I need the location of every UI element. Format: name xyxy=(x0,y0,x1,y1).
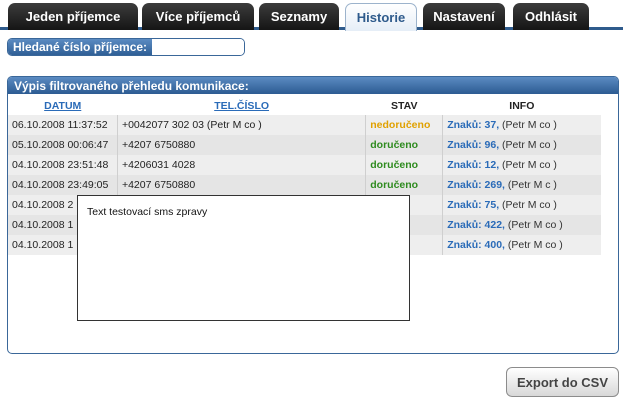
cell-info: Znaků: 75, (Petr M co ) xyxy=(442,195,601,215)
tab-lists[interactable]: Seznamy xyxy=(259,3,339,30)
table-row[interactable]: 05.10.2008 00:06:47 +4207 6750880 doruče… xyxy=(8,135,601,155)
column-header-tel[interactable]: TEL.ČÍSLO xyxy=(117,97,365,115)
info-recipient: (Petr M co ) xyxy=(499,199,557,211)
search-label: Hledané číslo příjemce: xyxy=(8,39,153,55)
tab-single-recipient[interactable]: Jeden příjemce xyxy=(8,3,138,30)
search-box: Hledané číslo příjemce: xyxy=(7,38,245,56)
column-header-info: INFO xyxy=(509,100,535,112)
info-link[interactable]: Znaků: 37, xyxy=(447,119,499,131)
sort-tel-link[interactable]: TEL.ČÍSLO xyxy=(214,100,269,112)
tab-logout[interactable]: Odhlásit xyxy=(513,3,589,30)
cell-date: 04.10.2008 23:49:05 xyxy=(8,175,118,195)
cell-stav: doručeno xyxy=(365,155,444,175)
export-csv-button[interactable]: Export do CSV xyxy=(506,367,619,397)
cell-tel: +0042077 302 03 (Petr M co ) xyxy=(117,115,367,135)
table-row[interactable]: 06.10.2008 11:37:52 +0042077 302 03 (Pet… xyxy=(8,115,601,135)
cell-date: 06.10.2008 11:37:52 xyxy=(8,115,118,135)
message-preview-text: Text testovací sms zpravy xyxy=(87,206,208,218)
tab-bar: Jeden příjemce Více příjemců Seznamy His… xyxy=(0,0,623,31)
cell-date: 04.10.2008 23:51:48 xyxy=(8,155,118,175)
table-row[interactable]: 04.10.2008 23:49:05 +4207 6750880 doruče… xyxy=(8,175,601,195)
cell-info: Znaků: 12, (Petr M co ) xyxy=(442,155,601,175)
tab-settings[interactable]: Nastavení xyxy=(423,3,505,30)
info-link[interactable]: Znaků: 75, xyxy=(447,199,499,211)
cell-stav: nedoručeno xyxy=(365,115,444,135)
cell-info: Znaků: 37, (Petr M co ) xyxy=(442,115,601,135)
cell-tel: +4207 6750880 xyxy=(117,135,367,155)
table-header-row: DATUM TEL.ČÍSLO STAV INFO xyxy=(8,97,601,115)
search-input[interactable] xyxy=(152,39,244,55)
info-recipient: (Petr M c ) xyxy=(504,179,557,191)
message-preview-popup: Text testovací sms zpravy xyxy=(77,195,410,321)
cell-stav: doručeno xyxy=(365,175,444,195)
info-link[interactable]: Znaků: 96, xyxy=(447,139,499,151)
column-header-stav: STAV xyxy=(391,100,418,112)
info-recipient: (Petr M co ) xyxy=(499,139,557,151)
info-recipient: (Petr M co ) xyxy=(499,159,557,171)
info-recipient: (Petr M co ) xyxy=(504,219,563,231)
panel-title: Výpis filtrovaného přehledu komunikace: xyxy=(8,77,618,94)
info-link[interactable]: Znaků: 269, xyxy=(447,179,505,191)
cell-info: Znaků: 422, (Petr M co ) xyxy=(442,215,601,235)
cell-tel: +4206031 4028 xyxy=(117,155,367,175)
info-recipient: (Petr M co ) xyxy=(504,239,563,251)
cell-stav: doručeno xyxy=(365,135,444,155)
info-link[interactable]: Znaků: 12, xyxy=(447,159,499,171)
table-row[interactable]: 04.10.2008 23:51:48 +4206031 4028 doruče… xyxy=(8,155,601,175)
cell-info: Znaků: 400, (Petr M co ) xyxy=(442,235,601,255)
info-link[interactable]: Znaků: 422, xyxy=(447,219,505,231)
info-link[interactable]: Znaků: 400, xyxy=(447,239,505,251)
cell-info: Znaků: 269, (Petr M c ) xyxy=(442,175,601,195)
cell-tel: +4207 6750880 xyxy=(117,175,367,195)
sort-date-link[interactable]: DATUM xyxy=(44,100,81,112)
tab-multiple-recipients[interactable]: Více příjemců xyxy=(142,3,254,30)
info-recipient: (Petr M co ) xyxy=(499,119,557,131)
cell-date: 05.10.2008 00:06:47 xyxy=(8,135,118,155)
cell-info: Znaků: 96, (Petr M co ) xyxy=(442,135,601,155)
tab-history[interactable]: Historie xyxy=(345,3,417,31)
column-header-date[interactable]: DATUM xyxy=(8,97,117,115)
